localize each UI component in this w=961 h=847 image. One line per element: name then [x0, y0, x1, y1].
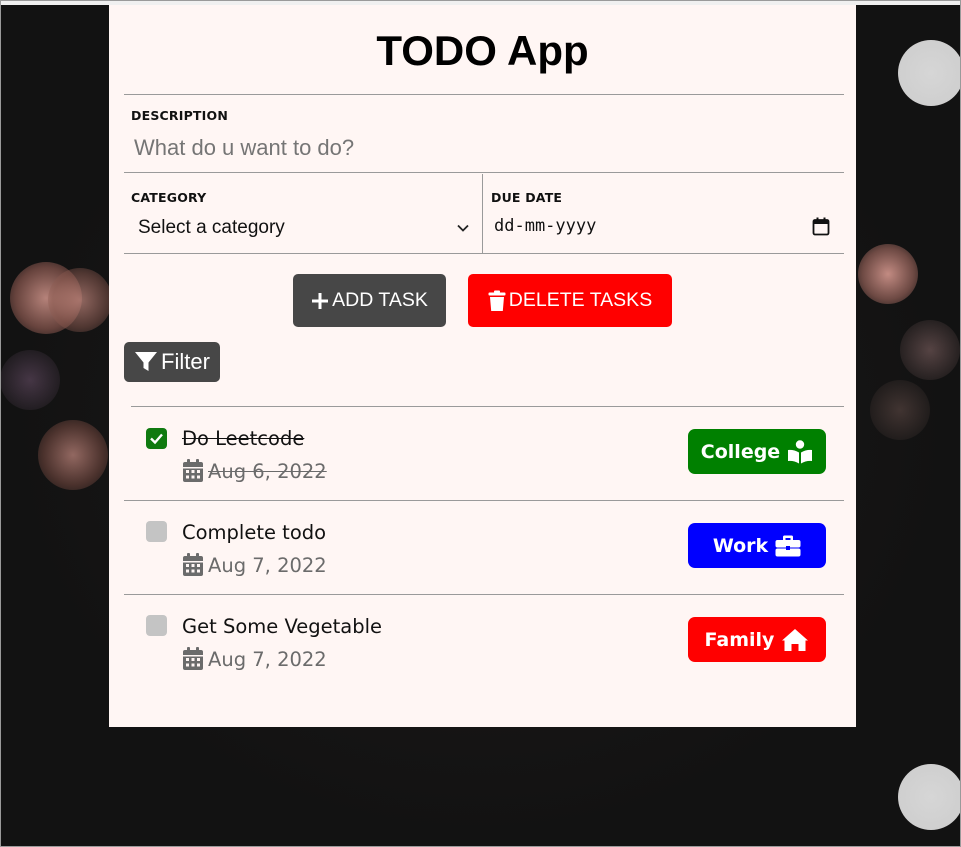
divider	[124, 253, 844, 254]
checkmark-icon	[150, 433, 163, 445]
task-name: Complete todo	[182, 521, 327, 544]
due-date-input[interactable]: dd-mm-yyyy	[494, 216, 834, 242]
add-task-label: ADD TASK	[332, 289, 428, 311]
category-badge-college[interactable]: College	[688, 429, 826, 474]
plus-icon	[312, 292, 329, 309]
category-badge-label: College	[700, 440, 781, 463]
calendar-icon	[183, 553, 203, 576]
category-badge-family[interactable]: Family	[688, 617, 826, 662]
delete-tasks-label: DELETE TASKS	[508, 289, 653, 311]
task-name: Do Leetcode	[182, 427, 305, 450]
bokeh-light	[870, 380, 930, 440]
divider	[124, 172, 844, 173]
divider	[124, 94, 844, 95]
bokeh-light	[900, 320, 960, 380]
task-checkbox-unchecked[interactable]	[146, 521, 167, 542]
bokeh-light	[898, 764, 961, 830]
field-separator	[482, 174, 483, 253]
category-label: CATEGORY	[131, 190, 207, 205]
chevron-down-icon	[457, 224, 469, 232]
divider	[124, 594, 844, 595]
task-date: Aug 6, 2022	[182, 459, 327, 483]
calendar-icon	[183, 647, 203, 670]
task-checkbox-checked[interactable]	[146, 428, 167, 449]
task-date-text: Aug 7, 2022	[208, 647, 327, 671]
task-checkbox-unchecked[interactable]	[146, 615, 167, 636]
filter-label: Filter	[161, 349, 210, 374]
divider	[131, 406, 844, 407]
delete-tasks-button[interactable]: DELETE TASKS	[468, 274, 672, 327]
due-date-placeholder: dd-mm-yyyy	[494, 216, 597, 236]
task-date: Aug 7, 2022	[182, 553, 327, 577]
add-task-button[interactable]: ADD TASK	[293, 274, 446, 327]
book-reader-icon	[788, 439, 813, 463]
category-select[interactable]: Select a category	[131, 213, 476, 243]
bokeh-light	[898, 40, 961, 106]
task-date-text: Aug 7, 2022	[208, 553, 327, 577]
bokeh-light	[48, 268, 112, 332]
home-icon	[782, 628, 809, 651]
bokeh-light	[858, 244, 918, 304]
bokeh-light	[0, 350, 60, 410]
app-title: TODO App	[376, 27, 589, 74]
task-date-text: Aug 6, 2022	[208, 459, 327, 483]
task-date: Aug 7, 2022	[182, 647, 327, 671]
description-input[interactable]	[134, 133, 834, 163]
trash-icon	[488, 290, 506, 311]
briefcase-icon	[775, 535, 801, 556]
divider	[124, 500, 844, 501]
category-selected-value: Select a category	[138, 217, 285, 238]
category-badge-label: Family	[704, 628, 775, 651]
calendar-icon	[183, 459, 203, 482]
category-badge-work[interactable]: Work	[688, 523, 826, 568]
description-label: DESCRIPTION	[131, 108, 228, 123]
filter-button[interactable]: Filter	[124, 342, 220, 382]
filter-icon	[135, 352, 158, 371]
due-date-label: DUE DATE	[491, 190, 563, 205]
bokeh-light	[38, 420, 108, 490]
calendar-picker-icon[interactable]	[812, 217, 830, 236]
task-name: Get Some Vegetable	[182, 615, 383, 638]
category-badge-label: Work	[712, 534, 769, 557]
